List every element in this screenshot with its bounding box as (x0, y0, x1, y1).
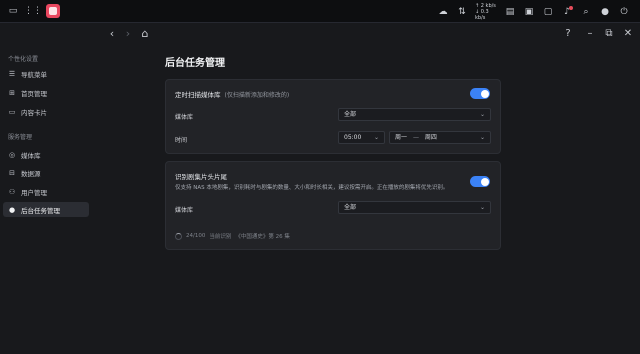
chevron-down-icon: ⌄ (479, 134, 485, 141)
progress-status: 当前识别 (209, 234, 232, 240)
scan-heading: 定时扫描媒体库 (仅扫描新添加和修改的) (175, 89, 289, 99)
sidebar: 个性化设置 ☰ 导航菜单 ⊞ 首页管理 ▭ 内容卡片 服务管理 ◎ 媒体库 ⊟ … (0, 47, 96, 354)
desktop-icon[interactable]: ▢ (542, 6, 554, 18)
intro-description: 仅支持 NAS 本地剧集，识别耗时与剧集的数量、大小和时长相关，建议按需开启。正… (175, 185, 449, 191)
network-speed-icon: ⇅ (458, 7, 466, 17)
back-arrow-icon[interactable]: ‹ (105, 27, 119, 41)
sidebar-item-content-card[interactable]: ▭ 内容卡片 (3, 104, 89, 119)
card-icon: ▭ (8, 107, 16, 116)
sidebar-item-media-library[interactable]: ◎ 媒体库 (3, 147, 89, 162)
media-library-icon: ◎ (8, 150, 16, 159)
os-top-bar: ▭ ⋮⋮ ☁ ⇅ ↑ 2 kb/s ↓ 0.3 kb/s ▤ ▣ ▢ ♪ ⌕ ●… (0, 0, 640, 23)
scan-time-label: 时间 (175, 137, 188, 144)
app-grid-icon[interactable]: ⋮⋮ (24, 4, 42, 18)
page-title: 后台任务管理 (165, 58, 225, 69)
scan-day-separator: — (412, 134, 419, 141)
home-grid-icon: ⊞ (9, 88, 15, 97)
sidebar-item-users[interactable]: ⚇ 用户管理 (3, 184, 89, 199)
close-icon[interactable]: ✕ (622, 28, 634, 40)
sidebar-item-label: 数据源 (21, 169, 41, 178)
scan-media-label: 媒体库 (175, 114, 194, 121)
scheduled-scan-card: 定时扫描媒体库 (仅扫描新添加和修改的) 媒体库 全部 ⌄ 时间 05:00 ⌄ … (165, 79, 501, 154)
forward-arrow-icon[interactable]: › (121, 27, 135, 41)
sidebar-item-nav-menu[interactable]: ☰ 导航菜单 (3, 66, 89, 81)
sidebar-item-label: 媒体库 (21, 151, 41, 160)
window-header: ‹ › ⌂ ? – ⧉ ✕ (0, 23, 640, 47)
sidebar-item-label: 用户管理 (21, 188, 47, 197)
sidebar-item-label: 内容卡片 (21, 108, 47, 117)
power-icon[interactable]: ⏻ (618, 6, 630, 18)
intro-media-select[interactable]: 全部 ⌄ (338, 201, 491, 214)
sidebar-section-service: 服务管理 (8, 134, 33, 141)
progress-item: 《中国通史》第 26 集 (235, 234, 290, 240)
sidebar-item-label: 导航菜单 (21, 70, 47, 79)
scan-enable-toggle[interactable] (470, 88, 490, 99)
intro-heading: 识别剧集片头片尾 (175, 173, 227, 181)
cloud-sync-icon[interactable]: ☁ (437, 6, 449, 18)
intro-outro-card: 识别剧集片头片尾 仅支持 NAS 本地剧集，识别耗时与剧集的数量、大小和时长相关… (165, 161, 501, 250)
scan-media-value: 全部 (344, 111, 357, 118)
intro-media-label: 媒体库 (175, 207, 194, 214)
task-icon: ● (8, 205, 16, 214)
intro-media-value: 全部 (344, 204, 357, 211)
chevron-down-icon: ⌄ (479, 204, 485, 211)
scan-days-select[interactable]: 周一 — 周四 ⌄ (389, 131, 491, 144)
progress-count: 24/100 (186, 233, 206, 239)
intro-progress: 24/100 当前识别 《中国通史》第 26 集 (175, 232, 290, 240)
chevron-down-icon: ⌄ (373, 134, 379, 141)
menu-icon: ☰ (8, 69, 16, 78)
scan-heading-text: 定时扫描媒体库 (175, 91, 221, 99)
sidebar-item-label: 首页管理 (21, 89, 47, 98)
help-icon[interactable]: ? (562, 28, 574, 40)
chevron-down-icon: ⌄ (479, 111, 485, 118)
notification-dot (569, 6, 573, 10)
sidebar-item-background-tasks[interactable]: ● 后台任务管理 (3, 202, 89, 217)
sidebar-item-data-source[interactable]: ⊟ 数据源 (3, 165, 89, 180)
scan-heading-note: (仅扫描新添加和修改的) (224, 92, 290, 99)
data-source-icon: ⊟ (9, 168, 15, 177)
scan-time-value: 05:00 (344, 134, 362, 141)
search-icon[interactable]: ⌕ (580, 6, 592, 18)
sidebar-item-label: 后台任务管理 (21, 206, 60, 215)
sidebar-item-home-manage[interactable]: ⊞ 首页管理 (3, 85, 89, 100)
scan-media-select[interactable]: 全部 ⌄ (338, 108, 491, 121)
scan-time-select[interactable]: 05:00 ⌄ (338, 131, 385, 144)
notification-bell-icon[interactable]: ♪ (561, 6, 573, 18)
user-icon[interactable]: ● (599, 6, 611, 18)
home-icon[interactable]: ⌂ (138, 27, 152, 41)
video-app-icon[interactable] (46, 4, 60, 18)
window-switch-icon[interactable]: ▭ (6, 4, 20, 18)
sidebar-section-personalization: 个性化设置 (8, 56, 39, 63)
scan-day-to: 周四 (424, 134, 437, 141)
storage-icon[interactable]: ▤ (504, 6, 516, 18)
speed-down-text: ↓ 0.3 kb/s (475, 9, 489, 21)
loading-spinner-icon (175, 232, 182, 240)
monitor-icon[interactable]: ▣ (523, 6, 535, 18)
network-speed: ↑ 2 kb/s ↓ 0.3 kb/s (475, 3, 497, 21)
minimize-icon[interactable]: – (584, 28, 596, 40)
restore-icon[interactable]: ⧉ (603, 28, 615, 40)
users-icon: ⚇ (8, 187, 16, 196)
scan-day-from: 周一 (395, 134, 408, 141)
